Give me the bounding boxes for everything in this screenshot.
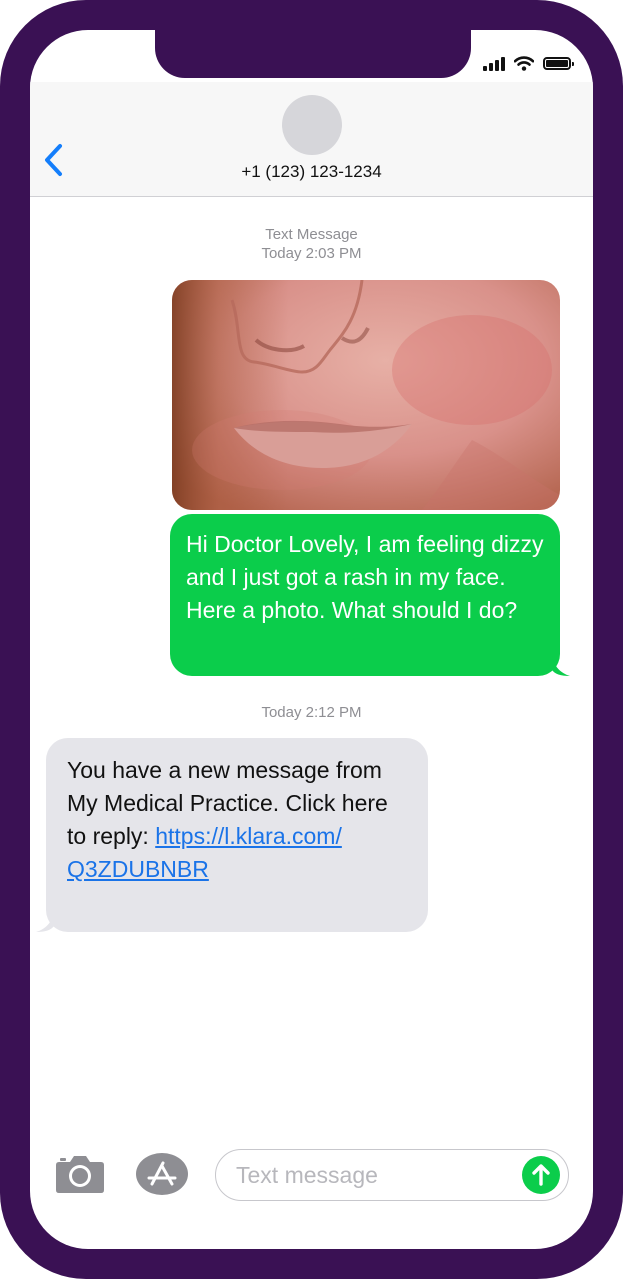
face-photo-image: [172, 280, 560, 510]
wifi-icon: [514, 56, 534, 71]
service-label: Text Message: [265, 226, 358, 243]
app-store-icon: [136, 1153, 188, 1195]
phone-screen: +1 (123) 123-1234 Text Message Today 2:0…: [30, 30, 593, 1249]
app-store-button[interactable]: [134, 1151, 190, 1197]
received-bubble-tail: [36, 912, 54, 932]
arrow-up-icon: [532, 1164, 550, 1186]
received-message-bubble[interactable]: You have a new message from My Medical P…: [46, 738, 428, 932]
camera-icon: [56, 1156, 104, 1193]
battery-icon: [543, 57, 574, 70]
phone-frame: +1 (123) 123-1234 Text Message Today 2:0…: [0, 0, 623, 1279]
contact-number[interactable]: +1 (123) 123-1234: [30, 162, 593, 182]
status-bar: [483, 56, 574, 71]
sent-message-bubble[interactable]: Hi Doctor Lovely, I am feeling dizzy and…: [170, 514, 560, 676]
conversation-header: +1 (123) 123-1234: [30, 82, 593, 197]
camera-button[interactable]: [54, 1153, 106, 1195]
message-input[interactable]: [234, 1150, 518, 1201]
sent-photo[interactable]: [172, 280, 560, 510]
notch: [155, 30, 471, 78]
message-timestamp-2: Today 2:12 PM: [261, 704, 362, 721]
cellular-signal-icon: [483, 56, 505, 71]
send-button[interactable]: [522, 1156, 560, 1194]
sent-message-text: Hi Doctor Lovely, I am feeling dizzy and…: [186, 531, 544, 623]
contact-avatar[interactable]: [282, 95, 342, 155]
message-composer[interactable]: [215, 1149, 569, 1201]
sent-bubble-tail: [552, 656, 570, 676]
message-timestamp: Today 2:03 PM: [261, 245, 362, 262]
